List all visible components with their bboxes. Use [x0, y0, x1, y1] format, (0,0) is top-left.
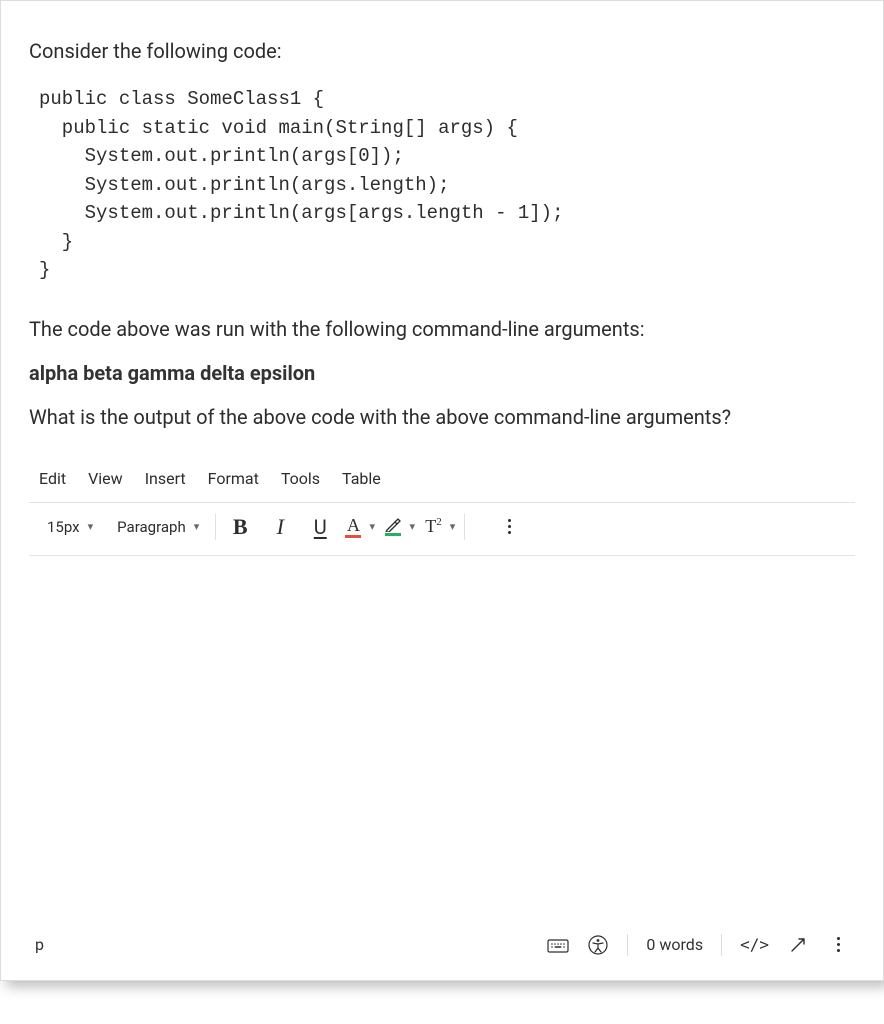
question-intro: Consider the following code: [29, 37, 855, 65]
superscript-base: T [425, 516, 436, 536]
accessibility-icon [588, 935, 608, 955]
code-block: public class SomeClass1 { public static … [29, 85, 855, 285]
question-page: Consider the following code: public clas… [0, 0, 884, 981]
editor-toolbar: 15px ▾ Paragraph ▾ B I U A ▾ [29, 503, 855, 556]
chevron-down-icon: ▾ [194, 520, 200, 533]
word-count[interactable]: 0 words [646, 935, 703, 954]
bold-button[interactable]: B [224, 511, 256, 543]
font-size-label: 15px [47, 518, 80, 536]
italic-button[interactable]: I [264, 511, 296, 543]
more-options-button[interactable] [493, 511, 525, 543]
editor-content-area[interactable] [29, 560, 855, 920]
cli-arguments: alpha beta gamma delta epsilon [29, 361, 855, 385]
menu-table[interactable]: Table [342, 469, 381, 488]
highlight-color-button[interactable]: ▾ [384, 511, 416, 543]
chevron-down-icon: ▾ [88, 520, 94, 533]
font-size-selector[interactable]: 15px ▾ [39, 516, 101, 538]
menu-insert[interactable]: Insert [145, 469, 186, 488]
accessibility-button[interactable] [587, 934, 609, 956]
toolbar-separator [464, 514, 465, 540]
toolbar-separator [215, 514, 216, 540]
paragraph-label: Paragraph [117, 518, 186, 536]
keyboard-button[interactable] [547, 934, 569, 956]
statusbar-right: 0 words </> [547, 934, 849, 956]
run-prefix: The code above was run with the followin… [29, 315, 855, 343]
html-view-button[interactable]: </> [740, 935, 769, 954]
underline-button[interactable]: U [304, 511, 336, 543]
more-statusbar-button[interactable] [827, 934, 849, 956]
question-block: Consider the following code: public clas… [29, 1, 855, 431]
chevron-down-icon: ▾ [450, 520, 456, 533]
more-vertical-icon [504, 515, 515, 538]
highlighter-icon [385, 518, 401, 532]
more-vertical-icon [833, 933, 844, 956]
expand-icon [789, 936, 807, 954]
statusbar-separator [721, 934, 722, 956]
menu-edit[interactable]: Edit [39, 469, 66, 488]
superscript-button[interactable]: T2 ▾ [424, 511, 456, 543]
editor-menubar: Edit View Insert Format Tools Table [29, 461, 855, 503]
element-path[interactable]: p [35, 935, 44, 954]
menu-format[interactable]: Format [208, 469, 259, 488]
rich-text-editor: Edit View Insert Format Tools Table 15px… [29, 461, 855, 960]
fullscreen-button[interactable] [787, 934, 809, 956]
menu-view[interactable]: View [88, 469, 123, 488]
superscript-exp: 2 [436, 516, 442, 528]
chevron-down-icon: ▾ [369, 520, 375, 533]
text-color-swatch [345, 535, 361, 538]
text-color-button[interactable]: A ▾ [344, 511, 376, 543]
chevron-down-icon: ▾ [409, 520, 415, 533]
question-prompt: What is the output of the above code wit… [29, 403, 855, 431]
text-color-letter: A [347, 516, 360, 534]
editor-statusbar: p [29, 920, 855, 960]
menu-tools[interactable]: Tools [281, 469, 320, 488]
highlight-color-swatch [385, 533, 401, 536]
keyboard-icon [547, 937, 569, 953]
statusbar-separator [627, 934, 628, 956]
paragraph-selector[interactable]: Paragraph ▾ [109, 516, 207, 538]
